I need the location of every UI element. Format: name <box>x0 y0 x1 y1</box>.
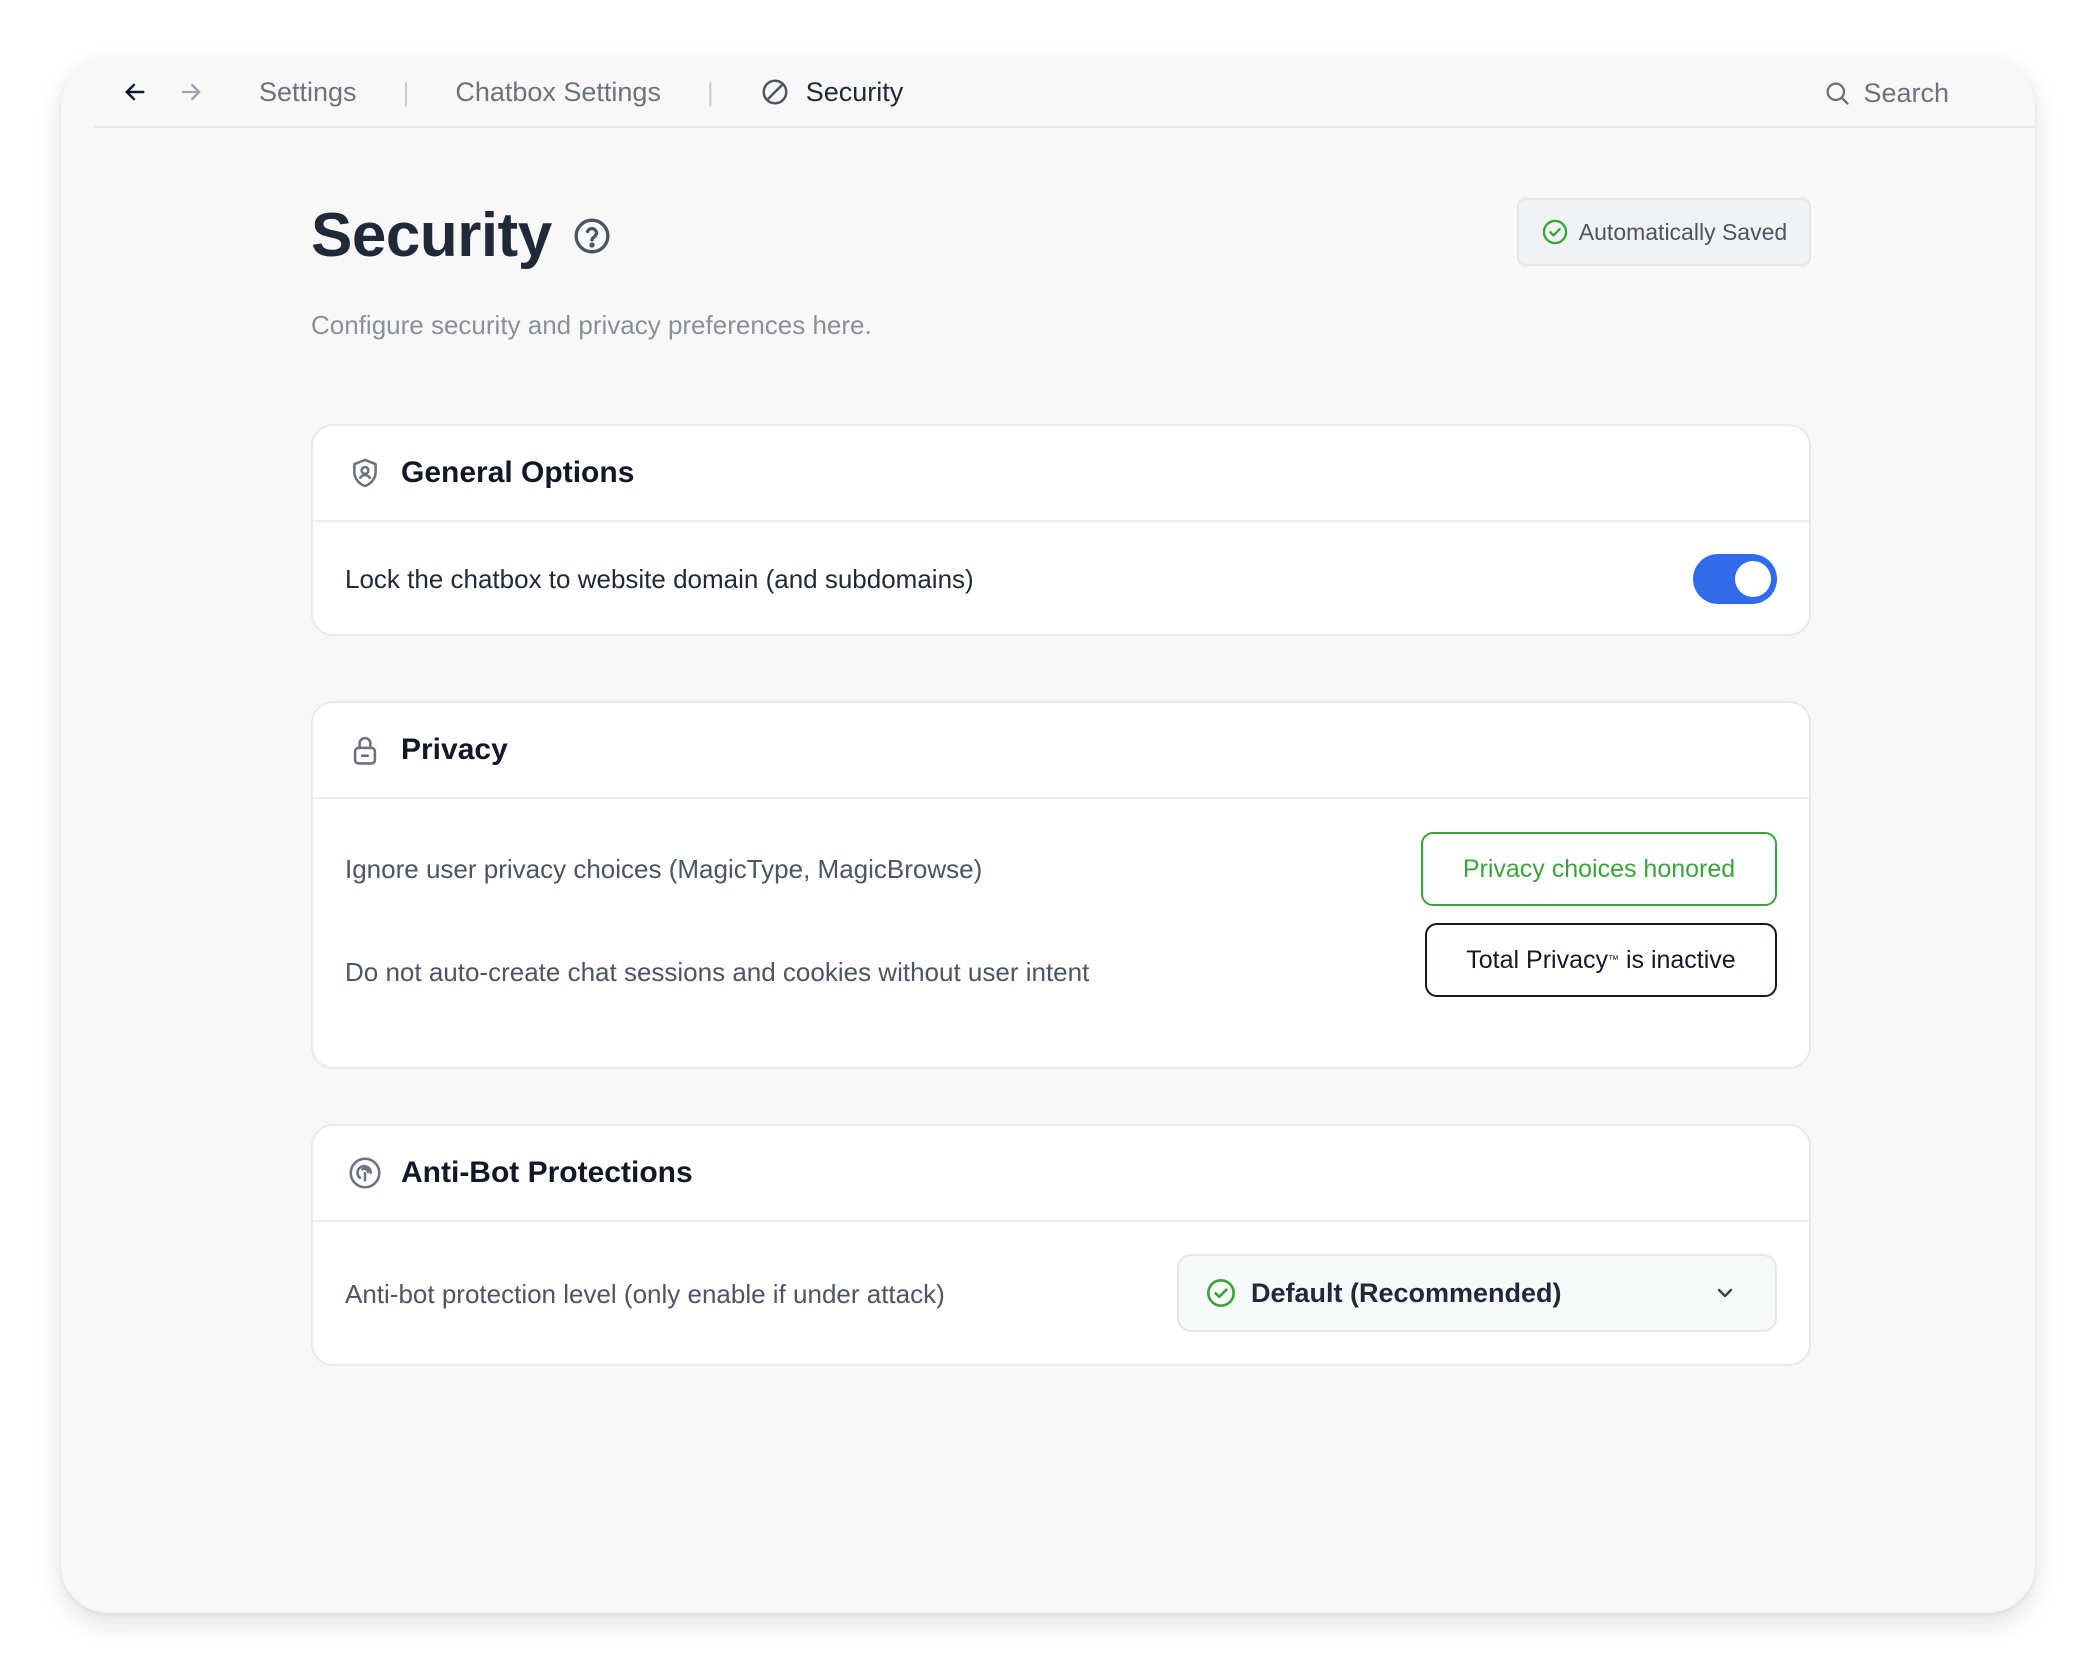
page-subtitle: Configure security and privacy preferenc… <box>311 310 872 340</box>
ignore-privacy-label: Ignore user privacy choices (MagicType, … <box>345 853 983 884</box>
chevron-down-icon <box>1717 1288 1733 1298</box>
breadcrumb-separator: | <box>706 76 714 107</box>
toggle-knob <box>1735 561 1771 597</box>
search-icon <box>1826 82 1850 105</box>
lock-domain-toggle[interactable] <box>1693 554 1777 604</box>
auto-create-row: Do not auto-create chat sessions and coo… <box>313 923 1809 1043</box>
app-window: Settings | Chatbox Settings | Security S… <box>61 58 2035 1613</box>
check-circle-icon <box>1542 219 1568 245</box>
privacy-card: Privacy Ignore user privacy choices (Mag… <box>311 701 1811 1069</box>
trademark-mark: ™ <box>1608 954 1619 966</box>
privacy-title: Privacy <box>401 733 508 766</box>
page-title: Security <box>311 201 552 270</box>
breadcrumb-separator: | <box>402 76 410 107</box>
anti-bot-level-label: Anti-bot protection level (only enable i… <box>345 1278 945 1309</box>
no-entry-icon <box>760 76 792 108</box>
anti-bot-title: Anti-Bot Protections <box>401 1156 693 1189</box>
saved-status-label: Automatically Saved <box>1578 218 1788 245</box>
saved-status-badge: Automatically Saved <box>1517 198 1811 266</box>
arrow-right-icon <box>181 83 201 101</box>
breadcrumb-security: Security <box>805 76 904 107</box>
total-privacy-name: Total Privacy <box>1466 945 1608 974</box>
lock-domain-row: Lock the chatbox to website domain (and … <box>313 522 1809 634</box>
breadcrumb-chatbox-settings[interactable]: Chatbox Settings <box>455 77 661 108</box>
privacy-choices-button[interactable]: Privacy choices honored <box>1421 832 1777 906</box>
question-circle-icon[interactable] <box>572 215 614 257</box>
search-label: Search <box>1863 77 1949 108</box>
breadcrumb-settings[interactable]: Settings <box>259 77 357 108</box>
page-header: Security <box>311 200 614 271</box>
auto-create-label: Do not auto-create chat sessions and coo… <box>345 956 1090 987</box>
top-navigation-bar: Settings | Chatbox Settings | Security S… <box>93 58 2035 128</box>
lock-icon <box>347 732 383 768</box>
forward-button[interactable] <box>171 72 211 112</box>
total-privacy-button[interactable]: Total Privacy ™ is inactive <box>1425 923 1777 997</box>
back-button[interactable] <box>115 72 155 112</box>
search-button[interactable]: Search <box>1823 58 1949 128</box>
general-options-card: General Options Lock the chatbox to webs… <box>311 424 1811 636</box>
anti-bot-level-row: Anti-bot protection level (only enable i… <box>313 1222 1809 1364</box>
anti-bot-level-select[interactable]: Default (Recommended) <box>1177 1254 1777 1332</box>
ignore-privacy-row: Ignore user privacy choices (MagicType, … <box>313 799 1809 939</box>
lock-domain-label: Lock the chatbox to website domain (and … <box>345 563 974 594</box>
fingerprint-circle-icon <box>347 1155 383 1191</box>
general-options-title: General Options <box>401 456 635 489</box>
general-options-header: General Options <box>313 426 1809 522</box>
anti-bot-card: Anti-Bot Protections Anti-bot protection… <box>311 1124 1811 1366</box>
arrow-left-icon <box>125 83 145 101</box>
anti-bot-header: Anti-Bot Protections <box>313 1126 1809 1222</box>
check-circle-icon <box>1207 1279 1235 1307</box>
shield-user-icon <box>347 455 383 491</box>
anti-bot-level-value: Default (Recommended) <box>1251 1277 1562 1308</box>
total-privacy-state: is inactive <box>1619 945 1736 974</box>
privacy-header: Privacy <box>313 703 1809 799</box>
